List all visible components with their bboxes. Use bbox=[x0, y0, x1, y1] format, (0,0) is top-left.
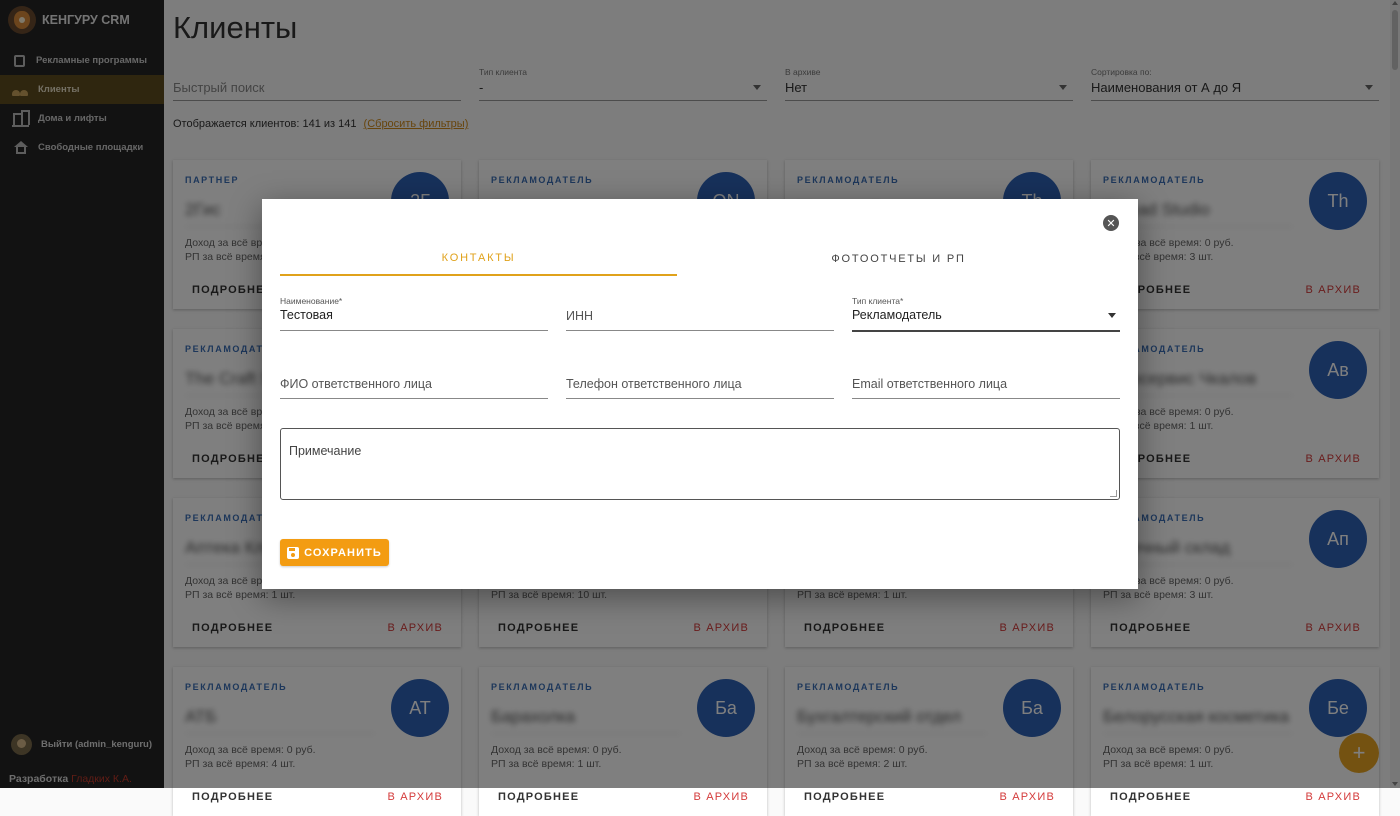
tab-contacts[interactable]: КОНТАКТЫ bbox=[280, 241, 677, 276]
dropdown-arrow-icon bbox=[1108, 313, 1116, 318]
details-button[interactable]: ПОДРОБНЕЕ bbox=[498, 791, 579, 803]
resize-handle-icon[interactable] bbox=[1110, 490, 1117, 497]
phone-placeholder: Телефон ответственного лица bbox=[566, 377, 742, 391]
note-textarea[interactable]: Примечание bbox=[280, 428, 1120, 500]
details-button[interactable]: ПОДРОБНЕЕ bbox=[1110, 791, 1191, 803]
fio-placeholder: ФИО ответственного лица bbox=[280, 377, 432, 391]
client-type-field[interactable]: Тип клиента* Рекламодатель bbox=[852, 296, 1120, 332]
details-button[interactable]: ПОДРОБНЕЕ bbox=[192, 791, 273, 803]
name-field-label: Наименование* bbox=[280, 296, 343, 306]
inn-field[interactable]: ИНН bbox=[566, 296, 834, 331]
save-button-label: СОХРАНИТЬ bbox=[304, 546, 382, 559]
email-placeholder: Email ответственного лица bbox=[852, 377, 1008, 391]
name-field[interactable]: Наименование* Тестовая bbox=[280, 296, 548, 331]
name-field-value: Тестовая bbox=[280, 308, 333, 322]
close-icon[interactable]: ✕ bbox=[1103, 215, 1119, 231]
floppy-disk-icon bbox=[287, 546, 300, 559]
email-field[interactable]: Email ответственного лица bbox=[852, 364, 1120, 399]
save-button[interactable]: СОХРАНИТЬ bbox=[280, 539, 389, 566]
archive-button[interactable]: В АРХИВ bbox=[693, 791, 749, 803]
dialog-tabs: КОНТАКТЫ ФОТООТЧЕТЫ И РП bbox=[280, 241, 1120, 276]
archive-button[interactable]: В АРХИВ bbox=[387, 791, 443, 803]
details-button[interactable]: ПОДРОБНЕЕ bbox=[804, 791, 885, 803]
inn-placeholder: ИНН bbox=[566, 309, 594, 323]
client-type-field-value: Рекламодатель bbox=[852, 308, 942, 322]
tab-photo-reports[interactable]: ФОТООТЧЕТЫ И РП bbox=[700, 241, 1097, 276]
client-dialog: ✕ КОНТАКТЫ ФОТООТЧЕТЫ И РП Наименование*… bbox=[262, 199, 1138, 589]
client-type-field-label: Тип клиента* bbox=[852, 296, 904, 306]
phone-field[interactable]: Телефон ответственного лица bbox=[566, 364, 834, 399]
note-placeholder: Примечание bbox=[289, 444, 362, 458]
archive-button[interactable]: В АРХИВ bbox=[1305, 791, 1361, 803]
fio-field[interactable]: ФИО ответственного лица bbox=[280, 364, 548, 399]
archive-button[interactable]: В АРХИВ bbox=[999, 791, 1055, 803]
